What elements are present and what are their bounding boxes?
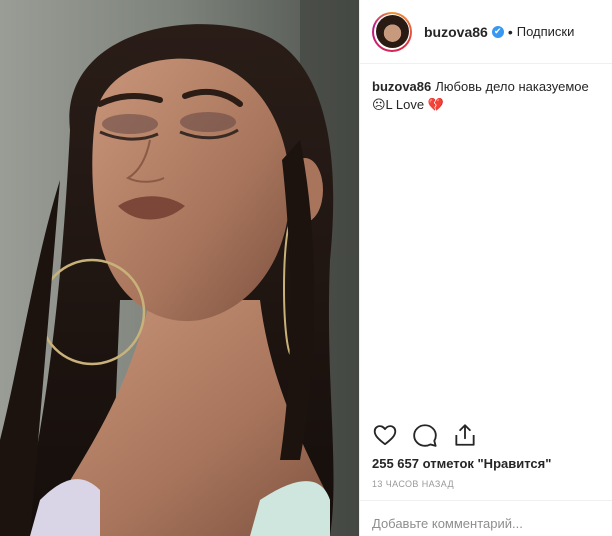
post-photo[interactable]: [0, 0, 359, 536]
comment-bubble-icon[interactable]: [412, 422, 438, 448]
post-side-panel: buzova86 ✔ • Подписки buzova86 Любовь дел…: [359, 0, 612, 536]
post-timestamp[interactable]: 13 часов назад: [372, 479, 454, 489]
portrait-illustration: [0, 0, 359, 536]
separator-dot: •: [507, 23, 513, 40]
post-caption: buzova86 Любовь дело наказуемое ☹L Love 💔: [360, 64, 612, 114]
comment-box: [360, 500, 612, 536]
avatar[interactable]: [372, 11, 412, 52]
action-bar: [372, 422, 478, 448]
likes-count[interactable]: 255 657 отметок "Нравится": [372, 456, 551, 471]
avatar-ring: [374, 13, 410, 50]
avatar-image: [375, 15, 409, 48]
verified-badge-icon: ✔: [491, 25, 504, 38]
heart-outline-icon[interactable]: [372, 422, 398, 448]
post-header: buzova86 ✔ • Подписки: [360, 0, 612, 64]
share-upload-icon[interactable]: [452, 422, 478, 448]
comment-input[interactable]: [372, 516, 601, 531]
following-button[interactable]: Подписки: [517, 24, 575, 39]
instagram-post: buzova86 ✔ • Подписки buzova86 Любовь дел…: [0, 0, 612, 536]
caption-username[interactable]: buzova86: [372, 79, 431, 94]
author-username[interactable]: buzova86: [424, 24, 488, 40]
